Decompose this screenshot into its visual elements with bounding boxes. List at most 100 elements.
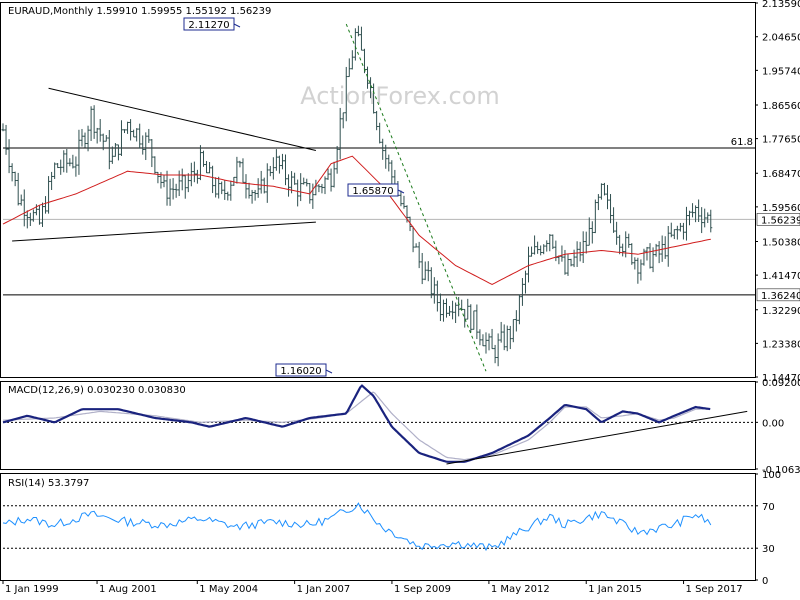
ohlc-bar: [135, 128, 139, 142]
ohlc-bar: [672, 229, 676, 240]
ohlc-bar: [417, 241, 421, 269]
ohlc-bar: [144, 132, 148, 161]
ohlc-bar: [16, 172, 20, 206]
ohlc-bar: [40, 202, 44, 227]
ohlc-bar: [168, 178, 172, 206]
ohlc-bar: [68, 158, 72, 167]
ohlc-bar: [192, 161, 196, 183]
current-price-tag: 1.56239: [756, 213, 800, 226]
ohlc-bar: [615, 221, 619, 245]
price-y-tick-label: 1.95740: [762, 66, 800, 77]
ohlc-bar: [684, 206, 688, 241]
price-y-tick-label: 1.50380: [762, 238, 800, 249]
ohlc-bar: [256, 178, 260, 198]
ohlc-bar: [253, 189, 257, 201]
ohlc-bar: [530, 246, 534, 257]
ohlc-bar: [183, 174, 187, 199]
ohlc-bar: [10, 163, 14, 182]
macd-line: [2, 384, 711, 463]
ohlc-bar: [186, 173, 190, 193]
ohlc-bar: [381, 138, 385, 160]
ohlc-bar: [627, 233, 631, 248]
macd-panel: MACD(12,26,9) 0.030230 0.030830: [2, 384, 755, 465]
ohlc-bar: [578, 241, 582, 262]
ohlc-bar: [584, 231, 588, 254]
ohlc-bar: [475, 304, 479, 340]
ohlc-bar: [44, 196, 48, 214]
ohlc-bar: [19, 194, 23, 206]
ohlc-bar: [520, 278, 524, 306]
price-y-tick-label: 1.68470: [762, 169, 800, 180]
ohlc-bar: [92, 105, 96, 139]
ohlc-bar: [110, 146, 114, 164]
ohlc-bar: [493, 344, 497, 364]
ohlc-bar: [402, 195, 406, 209]
ohlc-bar: [211, 165, 215, 194]
ohlc-bar: [508, 325, 512, 350]
ohlc-bar: [666, 225, 670, 267]
triangle-trendline: [12, 221, 316, 242]
ohlc-bar: [350, 50, 354, 70]
ohlc-bar: [691, 203, 695, 218]
ohlc-bar: [645, 246, 649, 261]
rsi-y-tick-label: 0: [762, 576, 768, 587]
level-tag: 1.36240: [756, 288, 800, 302]
rsi-line: [2, 502, 712, 552]
ohlc-bar: [678, 222, 682, 232]
ohlc-bar: [180, 168, 184, 191]
ohlc-bar: [129, 119, 133, 141]
ohlc-bar: [426, 261, 430, 282]
ohlc-bar: [411, 226, 415, 253]
ohlc-bar: [551, 234, 555, 250]
ohlc-bar: [469, 304, 473, 333]
ohlc-bar: [95, 127, 99, 144]
ohlc-bar: [220, 181, 224, 195]
ohlc-bar: [554, 240, 558, 262]
fibonacci-trendline: [345, 23, 487, 372]
ohlc-bar: [569, 258, 573, 267]
ohlc-bar: [669, 222, 673, 238]
ohlc-bar: [53, 162, 57, 179]
ohlc-bar: [280, 153, 284, 170]
ohlc-bar: [150, 139, 154, 168]
ohlc-bar: [241, 158, 245, 183]
ohlc-bar: [338, 107, 342, 160]
ohlc-bar: [37, 205, 41, 225]
ohlc-bar: [387, 154, 391, 172]
ohlc-bar: [642, 248, 646, 266]
ohlc-bar: [636, 257, 640, 284]
ohlc-bar: [174, 183, 178, 198]
ohlc-bar: [356, 25, 360, 37]
ohlc-bar: [217, 176, 221, 199]
ohlc-bar: [688, 210, 692, 226]
ohlc-bar: [320, 183, 324, 194]
rsi-y-tick-label: 70: [762, 502, 775, 513]
ohlc-bar: [323, 176, 327, 195]
moving-average-line: [2, 155, 711, 285]
ohlc-bar: [332, 161, 336, 188]
ohlc-bar: [590, 221, 594, 244]
ohlc-bar: [514, 310, 518, 332]
ohlc-bar: [113, 142, 117, 157]
x-tick-label: 1 Aug 2001: [99, 584, 157, 595]
ohlc-bar: [293, 172, 297, 185]
triangle-trendline: [48, 87, 316, 151]
price-y-tick-label: 1.77650: [762, 135, 800, 146]
ohlc-bar: [247, 182, 251, 199]
ohlc-bar: [523, 270, 527, 294]
watermark: ActionForex.com: [300, 82, 500, 110]
ohlc-bar: [238, 160, 242, 168]
rsi-panel: RSI(14) 53.3797: [2, 478, 755, 552]
ohlc-bar: [244, 174, 248, 199]
ohlc-bar: [89, 106, 93, 141]
ohlc-bar: [305, 178, 309, 187]
ohlc-bar: [438, 293, 442, 322]
ohlc-bar: [599, 183, 603, 200]
x-tick-label: 1 Sep 2009: [394, 584, 451, 595]
ohlc-bar: [259, 170, 263, 194]
ohlc-bar: [499, 321, 503, 343]
ohlc-bar: [165, 170, 169, 206]
ohlc-bar: [375, 110, 379, 131]
ohlc-bar: [119, 120, 123, 156]
ohlc-bar: [533, 235, 537, 255]
